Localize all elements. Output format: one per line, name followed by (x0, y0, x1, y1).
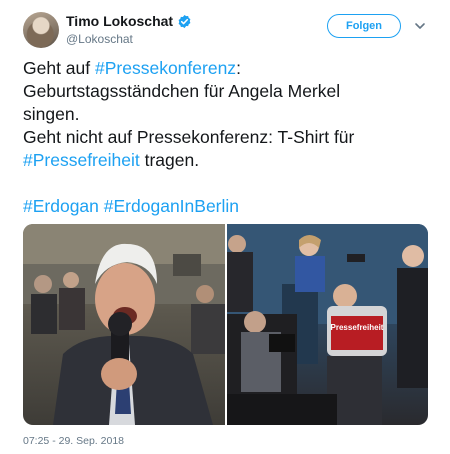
avatar[interactable] (23, 12, 59, 48)
photo-illustration (23, 224, 225, 425)
photo-press-conference[interactable]: Pressefreiheit (227, 224, 428, 425)
shirt-text: Pressefreiheit (331, 323, 384, 332)
tweet-text: Geht auf #Pressekonferenz: Geburtstagsst… (23, 57, 433, 218)
hashtag-link[interactable]: #Erdogan (23, 196, 99, 216)
hashtag-link[interactable]: #Pressefreiheit (23, 150, 140, 170)
tweet-line-3: singen. (23, 104, 80, 124)
hashtag-link[interactable]: #Pressekonferenz (95, 58, 236, 78)
text-segment: Geht auf (23, 58, 95, 78)
media-grid: Pressefreiheit (23, 224, 428, 425)
author-handle[interactable]: @Lokoschat (66, 32, 133, 46)
chevron-down-icon[interactable] (414, 20, 426, 32)
verified-badge-icon (178, 14, 191, 28)
text-segment: tragen. (139, 150, 200, 170)
tweet-line-5: #Pressefreiheit tragen. (23, 149, 433, 172)
follow-button[interactable]: Folgen (327, 14, 401, 38)
tweet-line-2: Geburtstagsständchen für Angela Merkel (23, 81, 341, 101)
hashtag-link[interactable]: #ErdoganInBerlin (104, 196, 239, 216)
tweet-hashtags: #Erdogan #ErdoganInBerlin (23, 195, 433, 218)
author-name[interactable]: Timo Lokoschat (66, 13, 173, 29)
tweet-line-4: Geht nicht auf Pressekonferenz: T-Shirt … (23, 127, 355, 147)
author-row: Timo Lokoschat (66, 13, 192, 29)
photo-illustration: Pressefreiheit (227, 224, 428, 425)
photo-journalist-singing[interactable] (23, 224, 225, 425)
tweet-line-1: Geht auf #Pressekonferenz: (23, 57, 433, 80)
tweet-timestamp[interactable]: 07:25 - 29. Sep. 2018 (23, 435, 124, 447)
text-segment: : (236, 58, 241, 78)
